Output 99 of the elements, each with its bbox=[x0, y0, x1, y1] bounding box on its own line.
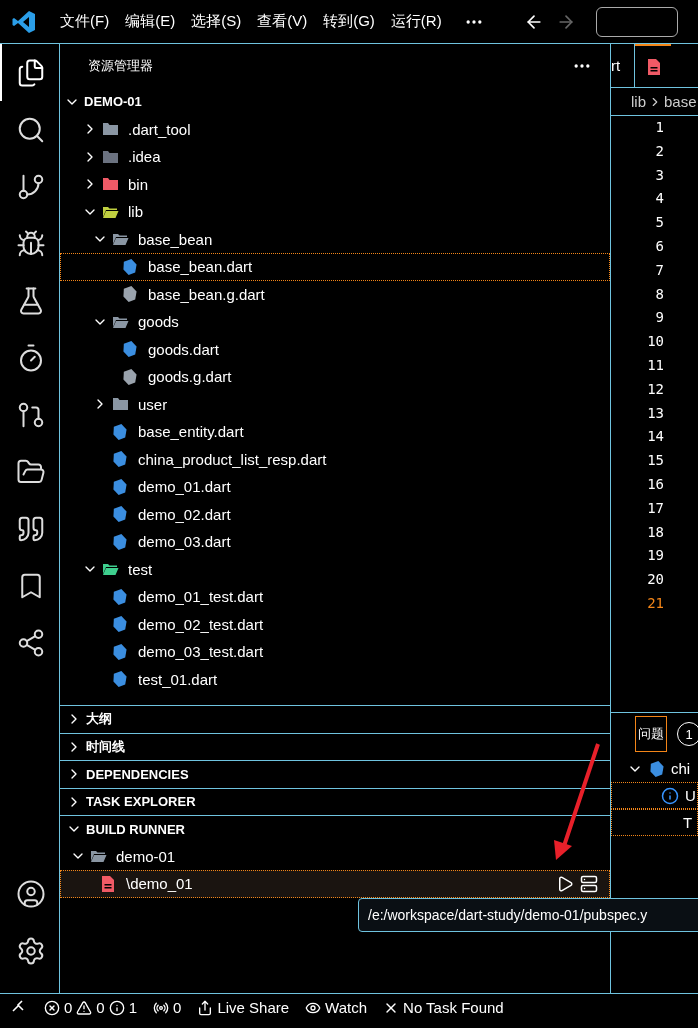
menu-item[interactable]: 选择(S) bbox=[183, 12, 250, 31]
share-icon bbox=[197, 999, 214, 1016]
line-number: 21 bbox=[646, 593, 664, 613]
section-header[interactable]: BUILD RUNNER bbox=[60, 815, 610, 843]
play-icon[interactable] bbox=[556, 874, 574, 893]
bug-icon bbox=[15, 228, 46, 259]
folder-item[interactable]: demo-01 bbox=[60, 842, 610, 870]
folder-item[interactable]: .dart_tool bbox=[60, 115, 610, 143]
line-number: 19 bbox=[646, 546, 664, 566]
line-number: 4 bbox=[654, 189, 664, 209]
problem-file-row[interactable]: chi bbox=[611, 755, 698, 782]
search-field[interactable] bbox=[595, 6, 678, 37]
task-status[interactable]: No Task Found bbox=[383, 999, 504, 1016]
breadcrumb-item[interactable]: lib bbox=[631, 93, 646, 110]
dart-icon bbox=[112, 506, 128, 523]
line-number: 16 bbox=[646, 474, 664, 494]
info-icon bbox=[661, 786, 679, 805]
file-item[interactable]: \demo_01 bbox=[60, 870, 610, 898]
sidebar-title: 资源管理器 bbox=[88, 57, 153, 75]
menu-item[interactable]: 转到(G) bbox=[315, 12, 383, 31]
line-number: 10 bbox=[646, 332, 664, 352]
folder-item[interactable]: base_bean bbox=[60, 225, 610, 253]
watch-status[interactable]: Watch bbox=[305, 999, 368, 1016]
document-icon bbox=[647, 58, 662, 75]
panel-tab[interactable]: 问题 bbox=[635, 716, 667, 752]
problem-row[interactable]: U bbox=[611, 782, 698, 809]
list-icon[interactable] bbox=[580, 874, 598, 893]
line-number: 6 bbox=[654, 237, 664, 256]
ports-status[interactable]: 0 bbox=[153, 999, 182, 1016]
dart-icon bbox=[112, 533, 128, 550]
dart-icon bbox=[112, 588, 128, 605]
info-icon bbox=[108, 999, 125, 1016]
problem-detail: T bbox=[611, 809, 698, 836]
dart-generated-icon bbox=[122, 368, 138, 385]
dart-icon bbox=[112, 643, 128, 660]
line-number: 9 bbox=[654, 308, 664, 328]
dart-generated-icon bbox=[122, 286, 138, 303]
dart-icon bbox=[649, 760, 665, 777]
line-number: 1 bbox=[654, 118, 664, 137]
folder-item[interactable]: user bbox=[60, 390, 610, 418]
file-item[interactable]: base_bean.g.dart bbox=[60, 280, 610, 308]
dart-icon bbox=[122, 258, 138, 275]
info-count[interactable]: 1 bbox=[108, 999, 138, 1016]
line-number: 3 bbox=[654, 165, 664, 185]
line-number: 15 bbox=[646, 451, 664, 471]
editor-tab[interactable]: rt bbox=[611, 44, 636, 87]
menu-item[interactable]: 运行(R) bbox=[382, 12, 450, 31]
line-number: 7 bbox=[654, 260, 664, 280]
line-number: 11 bbox=[646, 355, 664, 375]
dart-icon bbox=[112, 478, 128, 495]
dart-icon bbox=[112, 423, 128, 440]
account-icon bbox=[15, 878, 46, 909]
file-item[interactable]: goods.g.dart bbox=[60, 363, 610, 391]
file-item[interactable]: demo_02.dart bbox=[60, 500, 610, 528]
menu-item[interactable]: 编辑(E) bbox=[117, 12, 184, 31]
line-number: 18 bbox=[646, 522, 664, 542]
folder-item[interactable]: .idea bbox=[60, 143, 610, 171]
error-icon bbox=[44, 999, 60, 1016]
file-item[interactable]: demo_03_test.dart bbox=[60, 638, 610, 666]
line-number: 14 bbox=[646, 427, 664, 447]
line-number: 2 bbox=[654, 141, 664, 161]
file-item[interactable]: base_bean.dart bbox=[60, 253, 610, 281]
dart-icon bbox=[112, 616, 128, 633]
dart-icon bbox=[122, 341, 138, 358]
file-item[interactable]: china_product_list_resp.dart bbox=[60, 445, 610, 473]
menu-item[interactable]: 查看(V) bbox=[249, 12, 316, 31]
menu-item[interactable]: 文件(F) bbox=[52, 12, 118, 31]
dart-icon bbox=[112, 671, 128, 688]
file-item[interactable]: goods.dart bbox=[60, 335, 610, 363]
line-number: 13 bbox=[646, 403, 664, 423]
breadcrumb-item[interactable]: base bbox=[664, 93, 697, 110]
line-number: 12 bbox=[646, 379, 664, 399]
dart-icon bbox=[112, 451, 128, 468]
folder-item[interactable]: test bbox=[60, 555, 610, 583]
folder-item[interactable]: bin bbox=[60, 170, 610, 198]
line-number: 17 bbox=[646, 498, 664, 518]
warning-icon bbox=[76, 999, 93, 1016]
workspace-header[interactable]: DEMO-01 bbox=[60, 88, 610, 116]
file-item[interactable]: demo_02_test.dart bbox=[60, 610, 610, 638]
app-logo-icon bbox=[12, 9, 36, 34]
section-header[interactable]: 大纲 bbox=[60, 705, 610, 733]
line-number: 20 bbox=[646, 570, 664, 590]
errors-count[interactable]: 0 bbox=[44, 999, 73, 1016]
tooltip: /e:/workspace/dart-study/demo-01/pubspec.y bbox=[358, 898, 698, 932]
section-header[interactable]: TASK EXPLORER bbox=[60, 787, 610, 815]
section-header[interactable]: 时间线 bbox=[60, 732, 610, 760]
file-item[interactable]: test_01.dart bbox=[60, 665, 610, 693]
live-share-status[interactable]: Live Share bbox=[197, 999, 290, 1016]
line-number: 8 bbox=[654, 284, 664, 304]
line-number: 5 bbox=[654, 213, 664, 233]
file-item[interactable]: demo_03.dart bbox=[60, 528, 610, 556]
file-item[interactable]: demo_01_test.dart bbox=[60, 583, 610, 611]
file-item[interactable]: demo_01.dart bbox=[60, 473, 610, 501]
warnings-count[interactable]: 0 bbox=[76, 999, 105, 1016]
file-item[interactable]: base_entity.dart bbox=[60, 418, 610, 446]
folder-item[interactable]: goods bbox=[60, 308, 610, 336]
folder-item[interactable]: lib bbox=[60, 198, 610, 226]
section-header[interactable]: DEPENDENCIES bbox=[60, 760, 610, 788]
document-icon bbox=[101, 875, 115, 892]
